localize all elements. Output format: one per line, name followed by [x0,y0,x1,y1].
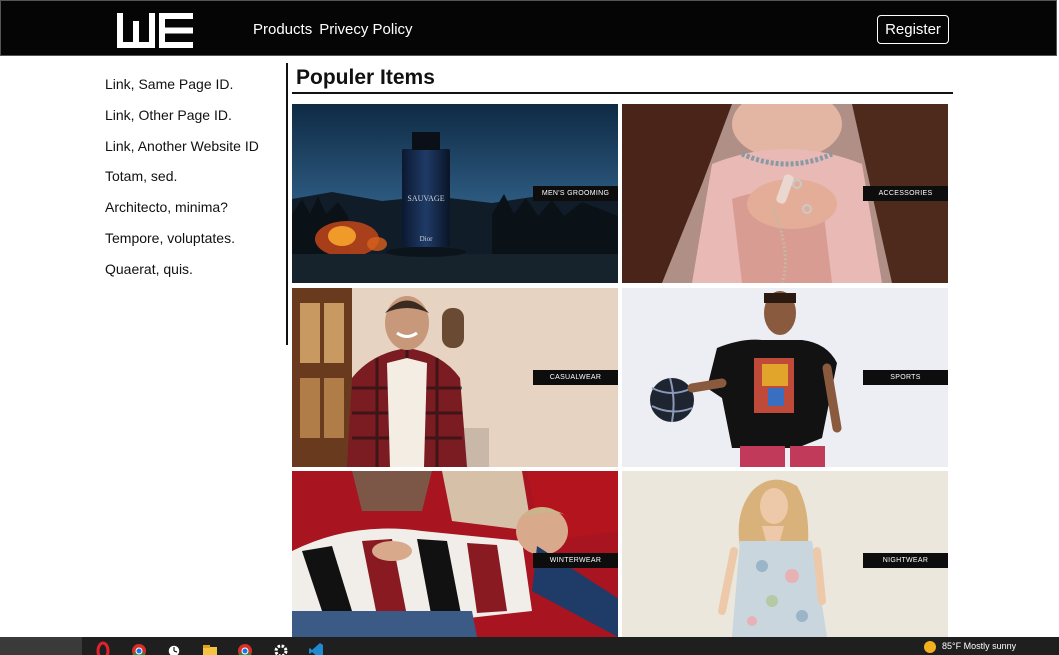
chrome-icon[interactable] [237,641,253,655]
product-text-dior: Dior [420,235,434,243]
category-label-casualwear: CASUALWEAR [533,370,618,385]
section-title: Populer Items [296,66,435,89]
category-label-mens-grooming: MEN'S GROOMING [533,186,618,201]
category-tile-accessories[interactable]: ACCESSORIES [622,104,948,283]
nav-links: Products Privecy Policy [253,21,413,38]
sidebar-link-quaerat[interactable]: Quaerat, quis. [105,259,285,290]
folder-icon[interactable] [202,641,218,655]
category-label-sports: SPORTS [863,370,948,385]
sidebar-link-another-website[interactable]: Link, Another Website ID [105,136,285,167]
weather-widget[interactable]: 85°F Mostly sunny [924,641,1016,653]
vscode-icon[interactable] [308,641,324,655]
title-underline [292,92,953,94]
category-tile-sports[interactable]: SPORTS [622,288,948,467]
sidebar-link-other-page[interactable]: Link, Other Page ID. [105,105,285,136]
chrome-icon[interactable] [131,641,147,655]
sun-icon [924,641,936,653]
category-label-nightwear: NIGHTWEAR [863,553,948,568]
settings-icon[interactable] [273,641,289,655]
register-button[interactable]: Register [877,15,949,44]
nav-link-products[interactable]: Products [253,21,312,38]
opera-icon[interactable] [95,641,111,655]
sidebar-divider [286,63,288,345]
category-label-winterwear: WINTERWEAR [533,553,618,568]
we-logo-icon [117,13,193,48]
sidebar-link-same-page[interactable]: Link, Same Page ID. [105,74,285,105]
weather-text: 85°F Mostly sunny [942,641,1017,651]
category-label-accessories: ACCESSORIES [863,186,948,201]
product-text-sauvage: SAUVAGE [407,194,444,203]
page: Products Privecy Policy Register Link, S… [0,0,1059,655]
category-tile-winterwear[interactable]: WINTERWEAR [292,471,618,637]
taskbar-search-area[interactable] [0,637,82,655]
clock-icon[interactable] [166,641,182,655]
sidebar-link-totam[interactable]: Totam, sed. [105,166,285,197]
category-tile-mens-grooming[interactable]: SAUVAGE Dior MEN'S GROOMING [292,104,618,283]
nav-link-privacy-policy[interactable]: Privecy Policy [319,21,412,38]
sidebar-link-architecto[interactable]: Architecto, minima? [105,197,285,228]
sidebar-link-tempore[interactable]: Tempore, voluptates. [105,228,285,259]
category-tile-nightwear[interactable]: NIGHTWEAR [622,471,948,637]
category-tile-casualwear[interactable]: CASUALWEAR [292,288,618,467]
sidebar: Link, Same Page ID. Link, Other Page ID.… [105,74,285,290]
navbar: Products Privecy Policy Register [0,0,1057,56]
taskbar: 85°F Mostly sunny [0,637,1059,655]
brand-logo[interactable] [117,13,193,48]
